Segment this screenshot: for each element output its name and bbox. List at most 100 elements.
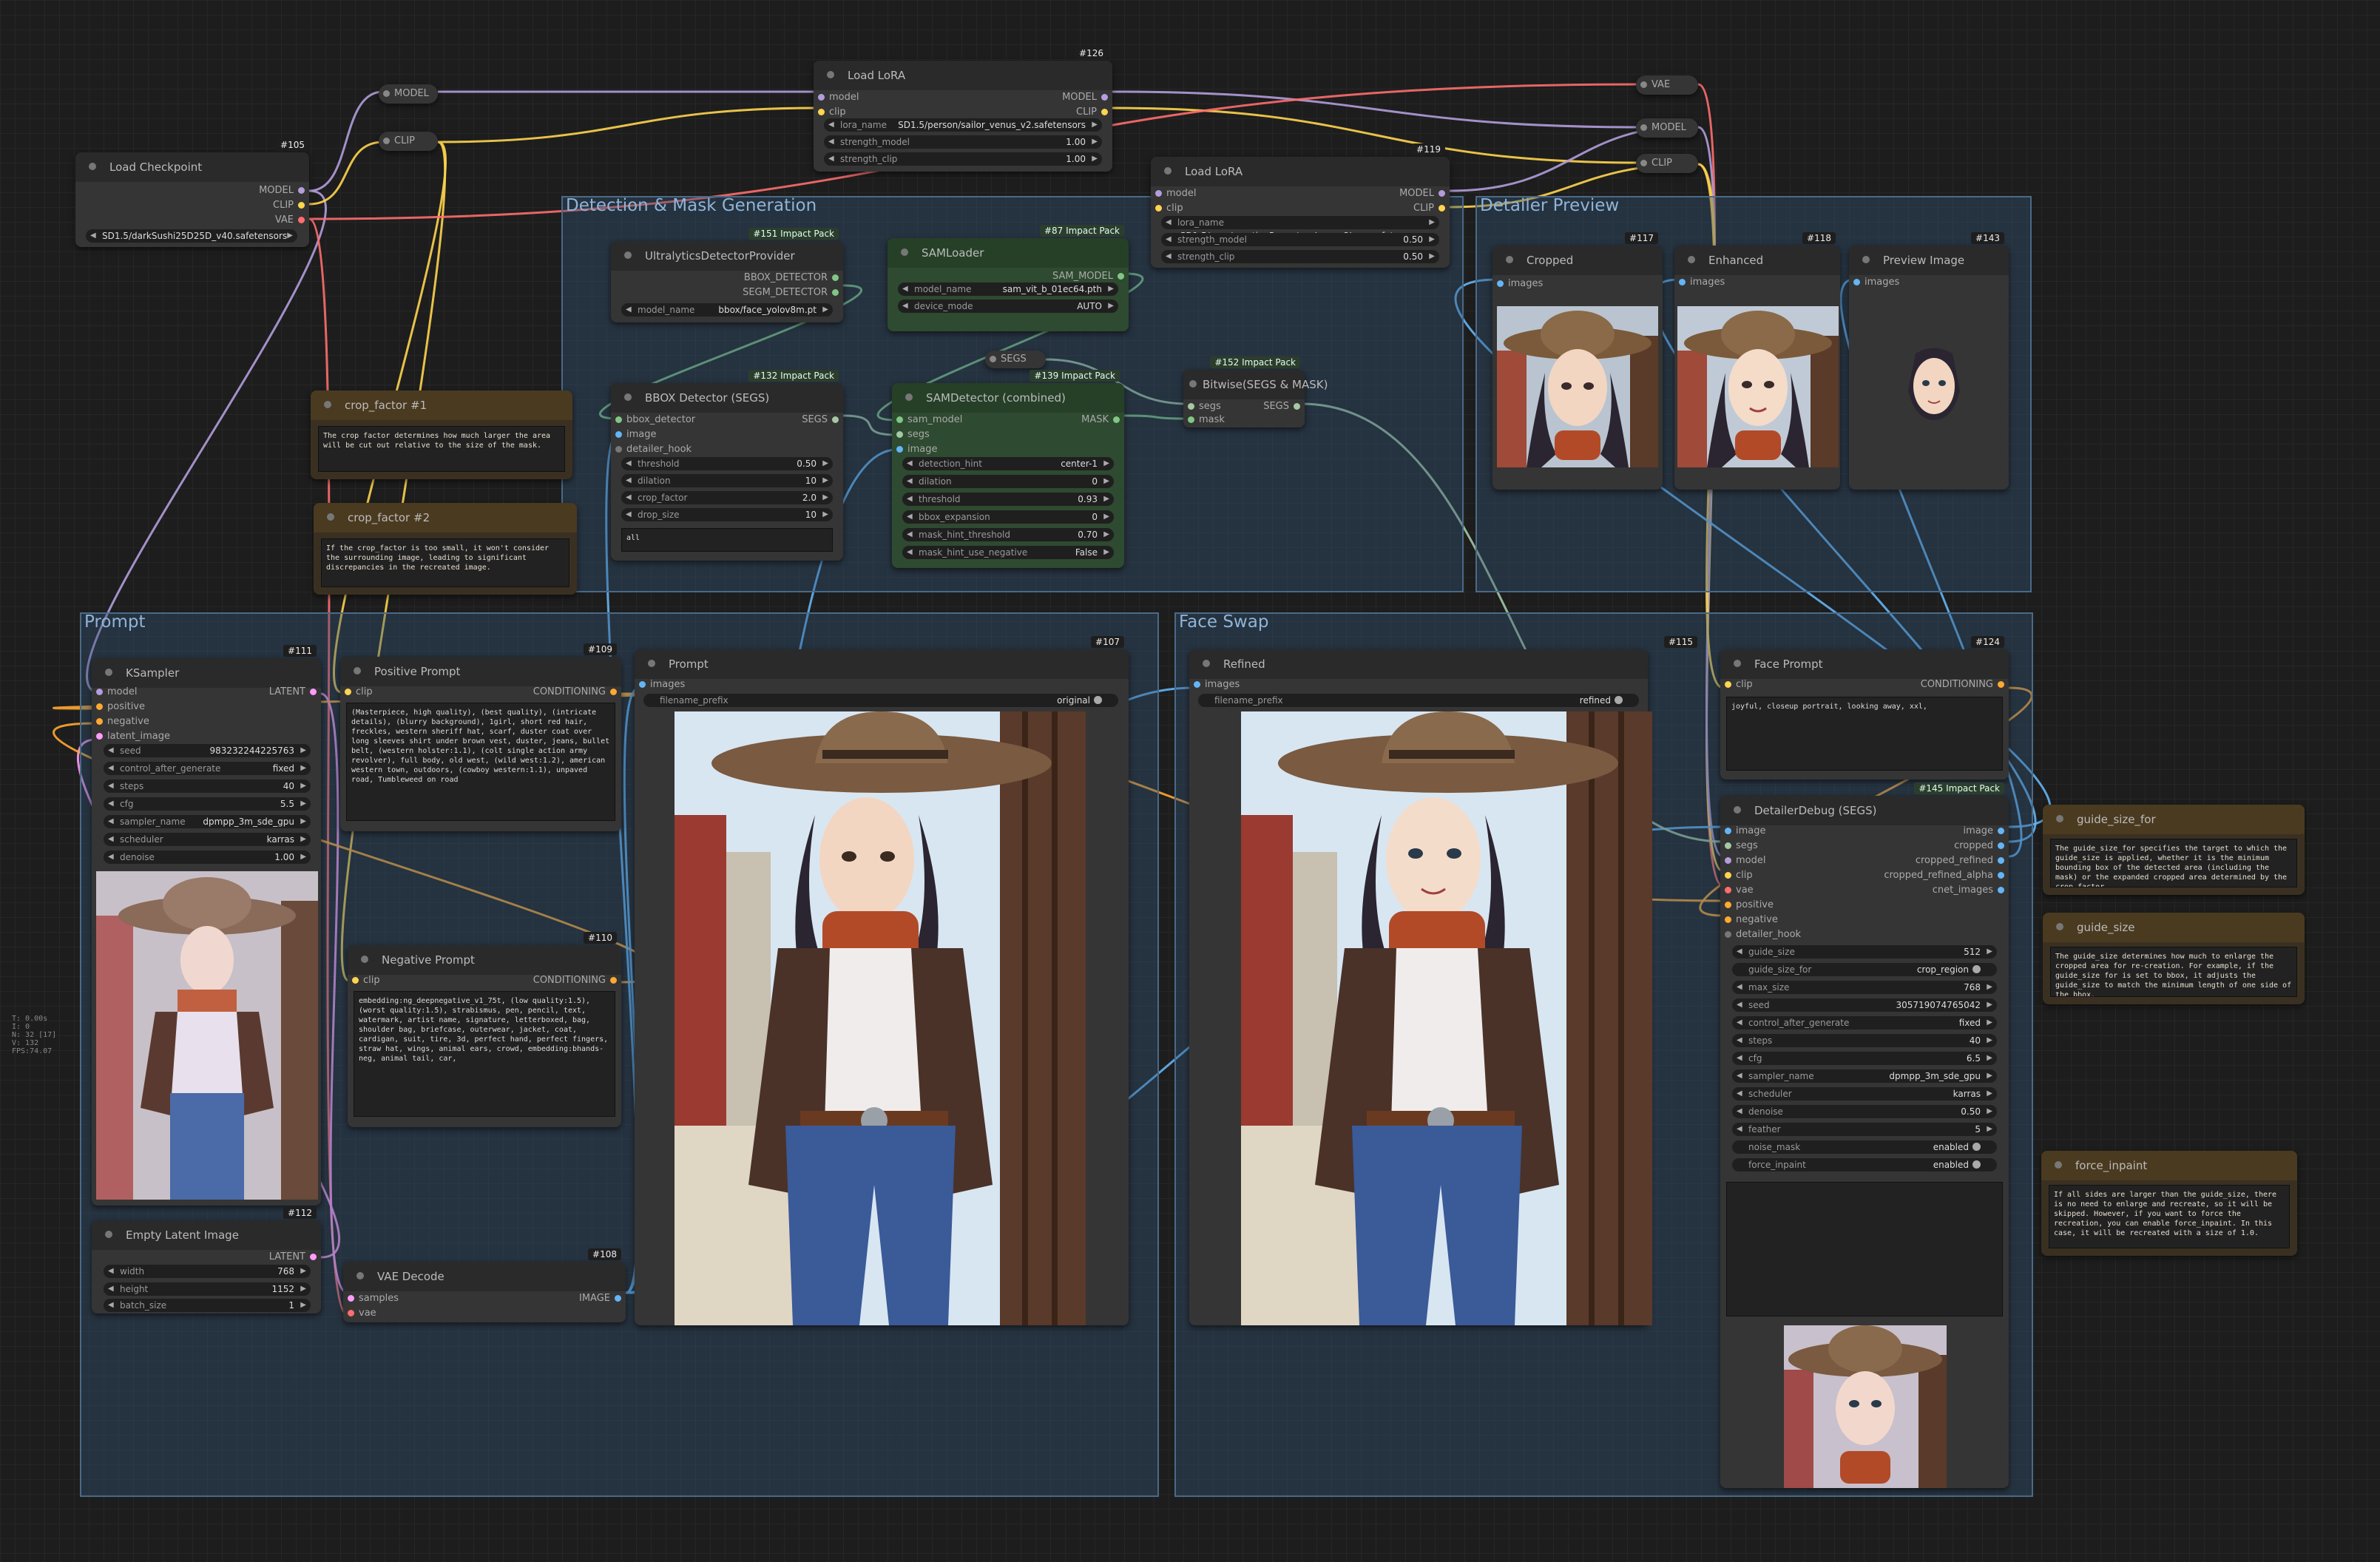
- widget-control-after-generate[interactable]: control_after_generatefixed: [1732, 1016, 1997, 1030]
- output-bbox-detector[interactable]: BBOX_DETECTOR: [744, 272, 843, 284]
- widget-lora-name[interactable]: lora_nameSD1.5/person/sailor_venus_v2.sa…: [824, 118, 1102, 132]
- widget-batch-size[interactable]: batch_size1: [104, 1299, 311, 1312]
- reroute-model[interactable]: MODEL: [379, 84, 438, 104]
- widget-filename-prefix[interactable]: filename_prefix refined: [1198, 694, 1639, 707]
- output-segm-detector[interactable]: SEGM_DETECTOR: [743, 287, 843, 299]
- generated-image-refined[interactable]: [1241, 711, 1652, 1325]
- widget-device-mode[interactable]: device_modeAUTO: [898, 300, 1118, 313]
- generated-image-original[interactable]: [675, 711, 1086, 1325]
- widget-dilation[interactable]: dilation10: [621, 474, 833, 487]
- input-images[interactable]: images: [1189, 679, 1240, 691]
- widget-filename-prefix[interactable]: filename_prefix original: [643, 694, 1118, 707]
- widget-control-after-generate[interactable]: control_after_generatefixed: [104, 762, 311, 775]
- labels-textarea[interactable]: all: [621, 528, 833, 552]
- enhanced-face-image[interactable]: [1677, 306, 1839, 467]
- node-vae-decode[interactable]: #108 VAE Decode samples vae IMAGE: [343, 1248, 626, 1322]
- widget-cfg[interactable]: cfg6.5: [1732, 1052, 1997, 1065]
- widget-scheduler[interactable]: schedulerkarras: [104, 833, 311, 846]
- note-text[interactable]: The guide_size_for specifies the target …: [2050, 839, 2297, 888]
- node-load-lora-119[interactable]: #119 Load LoRA model clip MODEL CLIP lor…: [1151, 143, 1450, 268]
- masked-face-image[interactable]: [1901, 346, 1967, 423]
- output-latent[interactable]: LATENT: [269, 1251, 321, 1263]
- ksampler-latent-preview[interactable]: [96, 871, 318, 1200]
- output-conditioning[interactable]: CONDITIONING: [533, 975, 621, 987]
- input-clip[interactable]: clip: [340, 686, 373, 698]
- note-text[interactable]: The guide_size determines how much to en…: [2050, 947, 2297, 997]
- input-negative[interactable]: negative: [1720, 914, 1778, 926]
- input-images[interactable]: images: [1492, 278, 1543, 290]
- input-clip[interactable]: clip: [1720, 679, 1753, 691]
- input-segs[interactable]: segs: [892, 429, 930, 441]
- output-clip[interactable]: CLIP: [273, 200, 309, 212]
- output-mask[interactable]: MASK: [1081, 414, 1124, 426]
- widget-strength-clip[interactable]: strength_clip0.50: [1161, 250, 1439, 263]
- output-segs[interactable]: SEGS: [1263, 401, 1305, 413]
- note-text[interactable]: The crop factor determines how much larg…: [318, 426, 565, 472]
- widget-ckpt-name[interactable]: SD1.5/darkSushi25D25D_v40.safetensors: [86, 229, 297, 243]
- output-image[interactable]: IMAGE: [579, 1293, 626, 1305]
- output-latent[interactable]: LATENT: [269, 686, 321, 698]
- note-text[interactable]: If the crop_factor is too small, it won'…: [321, 538, 569, 587]
- widget-cfg[interactable]: cfg5.5: [104, 797, 311, 811]
- output-model[interactable]: MODEL: [1399, 188, 1450, 200]
- node-face-prompt[interactable]: #115 #124 Face Prompt clip CONDITIONING …: [1664, 636, 2009, 780]
- prompt-textarea[interactable]: (Masterpiece, high quality), (best quali…: [346, 703, 615, 821]
- widget-mask-hint-threshold[interactable]: mask_hint_threshold0.70: [902, 528, 1114, 541]
- input-model[interactable]: model: [1151, 188, 1196, 200]
- output-cnet-images[interactable]: cnet_images: [1933, 885, 2009, 896]
- widget-mask-hint-use-negative[interactable]: mask_hint_use_negativeFalse: [902, 546, 1114, 559]
- reroute-clip-2[interactable]: CLIP: [1636, 154, 1698, 173]
- node-ksampler[interactable]: #111 KSampler model positive negative la…: [92, 645, 321, 1206]
- node-preview-image[interactable]: #143 Preview Image images: [1849, 232, 2009, 490]
- node-preview-enhanced[interactable]: #118 Enhanced images: [1674, 232, 1840, 490]
- reroute-model-2[interactable]: MODEL: [1636, 118, 1698, 138]
- widget-strength-model[interactable]: strength_model0.50: [1161, 233, 1439, 246]
- input-clip[interactable]: clip: [1151, 203, 1183, 214]
- widget-noise-mask[interactable]: noise_mask enabled: [1732, 1140, 1997, 1154]
- widget-strength-model[interactable]: strength_model1.00: [824, 135, 1102, 149]
- input-vae[interactable]: vae: [343, 1308, 376, 1319]
- output-image[interactable]: image: [1964, 825, 2009, 837]
- widget-denoise[interactable]: denoise0.50: [1732, 1105, 1997, 1118]
- reroute-vae[interactable]: VAE: [1636, 75, 1698, 95]
- widget-model-name[interactable]: model_namebbox/face_yolov8m.pt: [621, 303, 833, 317]
- note-guide-size[interactable]: guide_size The guide_size determines how…: [2043, 913, 2305, 1004]
- input-vae[interactable]: vae: [1720, 885, 1754, 896]
- input-model[interactable]: model: [92, 686, 137, 698]
- output-model[interactable]: MODEL: [1062, 92, 1112, 104]
- output-vae[interactable]: VAE: [275, 214, 309, 226]
- widget-guide-size-for[interactable]: guide_size_for crop_region: [1732, 963, 1997, 976]
- cropped-face-image[interactable]: [1497, 306, 1658, 467]
- widget-sampler-name[interactable]: sampler_namedpmpp_3m_sde_gpu: [104, 815, 311, 828]
- widget-feather[interactable]: feather5: [1732, 1123, 1997, 1136]
- input-clip[interactable]: clip: [814, 106, 846, 118]
- widget-scheduler[interactable]: schedulerkarras: [1732, 1087, 1997, 1100]
- input-clip[interactable]: clip: [348, 975, 380, 987]
- widget-seed[interactable]: seed983232244225763: [104, 744, 311, 757]
- output-clip[interactable]: CLIP: [1076, 106, 1112, 118]
- node-load-checkpoint[interactable]: #105 Load Checkpoint MODEL CLIP VAE SD1.…: [75, 139, 309, 247]
- widget-strength-clip[interactable]: strength_clip1.00: [824, 152, 1102, 166]
- node-save-image-refined[interactable]: Refined images filename_prefix refined: [1189, 649, 1652, 1325]
- output-conditioning[interactable]: CONDITIONING: [1921, 679, 2009, 691]
- output-cropped[interactable]: cropped: [1954, 840, 2009, 852]
- node-detailer-debug-segs[interactable]: #145 Impact Pack DetailerDebug (SEGS) im…: [1720, 782, 2009, 1488]
- node-preview-cropped[interactable]: #117 Cropped images: [1492, 232, 1663, 490]
- input-image[interactable]: image: [1720, 825, 1766, 837]
- output-cropped-refined-alpha[interactable]: cropped_refined_alpha: [1884, 870, 2009, 882]
- widget-bbox-expansion[interactable]: bbox_expansion0: [902, 510, 1114, 524]
- node-samdetector[interactable]: #139 Impact Pack SAMDetector (combined) …: [892, 370, 1124, 568]
- input-images[interactable]: images: [1849, 277, 1899, 288]
- node-save-image-prompt[interactable]: #107 Prompt images filename_prefix origin…: [635, 636, 1129, 1325]
- detailer-result-preview[interactable]: [1784, 1325, 1947, 1488]
- note-text[interactable]: If all sides are larger than the guide_s…: [2049, 1185, 2290, 1248]
- input-bbox-detector[interactable]: bbox_detector: [611, 414, 695, 426]
- input-negative[interactable]: negative: [92, 716, 149, 728]
- widget-force-inpaint[interactable]: force_inpaint enabled: [1732, 1158, 1997, 1172]
- node-bitwise-segs-mask[interactable]: #152 Impact Pack Bitwise(SEGS & MASK) se…: [1183, 356, 1328, 427]
- node-empty-latent-image[interactable]: #112 Empty Latent Image LATENT width768 …: [92, 1207, 321, 1314]
- widget-seed[interactable]: seed305719074765042: [1732, 998, 1997, 1012]
- input-model[interactable]: model: [1720, 855, 1765, 867]
- input-detailer-hook[interactable]: detailer_hook: [1720, 929, 1801, 941]
- input-segs[interactable]: segs: [1183, 401, 1221, 413]
